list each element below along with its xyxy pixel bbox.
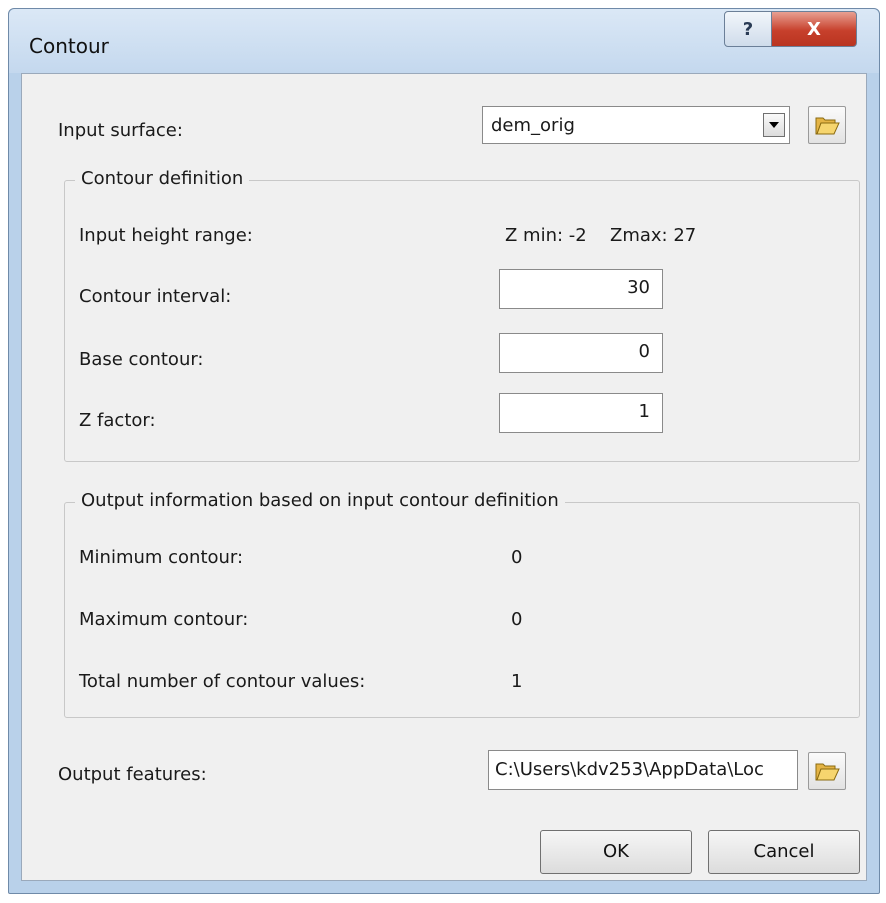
title-bar: Contour ? X <box>9 9 879 73</box>
output-information-group: Output information based on input contou… <box>64 490 860 718</box>
maximum-contour-label: Maximum contour: <box>79 609 249 630</box>
base-contour-input[interactable]: 0 <box>499 333 663 373</box>
zmax-value: Zmax: 27 <box>610 225 697 246</box>
minimum-contour-label: Minimum contour: <box>79 547 244 568</box>
help-button[interactable]: ? <box>724 11 772 47</box>
z-factor-label: Z factor: <box>79 410 156 431</box>
contour-definition-legend: Contour definition <box>75 168 250 189</box>
zmin-value: Z min: -2 <box>505 225 587 246</box>
z-factor-input[interactable]: 1 <box>499 393 663 433</box>
height-range-label: Input height range: <box>79 225 253 246</box>
input-surface-label: Input surface: <box>58 120 183 141</box>
input-surface-value: dem_orig <box>491 115 575 136</box>
contour-interval-label: Contour interval: <box>79 286 232 307</box>
dialog-body: Input surface: dem_orig Contour definiti… <box>21 73 867 881</box>
total-contour-values-label: Total number of contour values: <box>79 671 366 692</box>
total-contour-values-value: 1 <box>511 671 523 692</box>
output-features-browse-button[interactable] <box>808 752 846 790</box>
output-information-legend: Output information based on input contou… <box>75 490 565 511</box>
ok-button[interactable]: OK <box>540 830 692 874</box>
minimum-contour-value: 0 <box>511 547 523 568</box>
input-surface-combo[interactable]: dem_orig <box>482 106 790 144</box>
output-features-label: Output features: <box>58 764 207 785</box>
contour-dialog: Contour ? X Input surface: dem_orig Cont… <box>8 8 880 894</box>
contour-interval-input[interactable]: 30 <box>499 269 663 309</box>
output-features-input[interactable]: C:\Users\kdv253\AppData\Loc <box>488 750 798 790</box>
contour-definition-group: Contour definition Input height range: Z… <box>64 168 860 462</box>
maximum-contour-value: 0 <box>511 609 523 630</box>
open-folder-icon <box>815 117 840 135</box>
close-button[interactable]: X <box>771 11 857 47</box>
cancel-button[interactable]: Cancel <box>708 830 860 874</box>
open-folder-icon <box>815 763 840 781</box>
base-contour-label: Base contour: <box>79 349 204 370</box>
window-title: Contour <box>29 34 109 58</box>
input-surface-browse-button[interactable] <box>808 106 846 144</box>
dropdown-arrow-icon[interactable] <box>763 113 785 137</box>
